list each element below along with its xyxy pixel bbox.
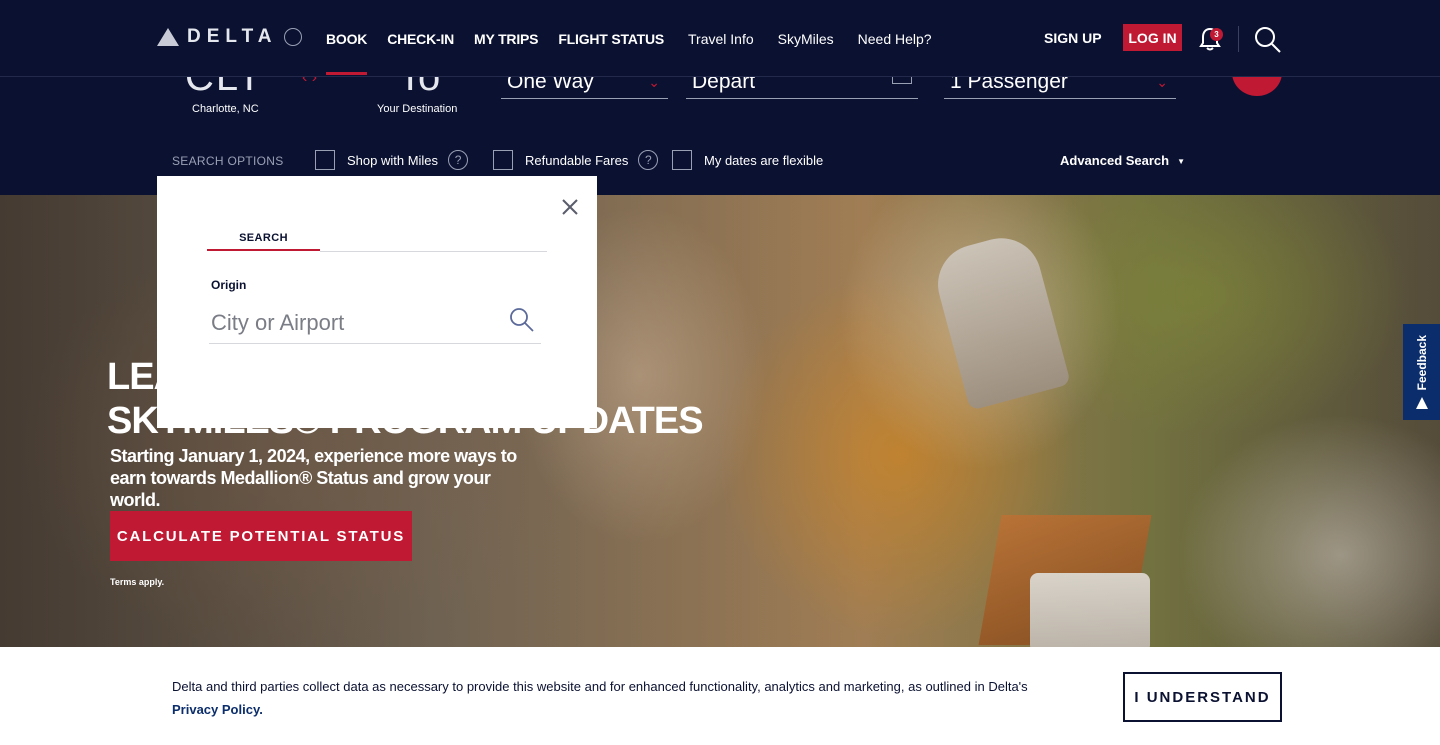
origin-search-modal: SEARCH Origin — [157, 176, 597, 428]
terms-link[interactable]: Terms apply. — [110, 577, 164, 587]
close-icon[interactable] — [559, 196, 581, 218]
help-icon[interactable]: ? — [638, 150, 659, 170]
shop-with-miles-checkbox[interactable]: Shop with Miles ? — [315, 150, 469, 170]
origin-input[interactable] — [209, 302, 541, 344]
checkbox-box[interactable] — [493, 150, 513, 170]
tab-divider — [320, 251, 547, 252]
checkbox-box[interactable] — [672, 150, 692, 170]
primary-nav: BOOK CHECK-IN MY TRIPS FLIGHT STATUS — [326, 31, 684, 75]
calendar-icon — [892, 77, 912, 84]
calculate-status-button[interactable]: CALCULATE POTENTIAL STATUS — [110, 511, 412, 561]
feedback-tab[interactable]: Feedback — [1403, 324, 1440, 420]
trip-type-value: One Way — [507, 77, 594, 93]
swap-icon[interactable]: ‹ › — [302, 77, 317, 87]
search-icon[interactable] — [509, 307, 535, 333]
flexible-dates-checkbox[interactable]: My dates are flexible — [672, 150, 823, 170]
cookie-text: Delta and third parties collect data as … — [172, 675, 1072, 721]
search-icon[interactable] — [1254, 26, 1282, 54]
checkbox-box[interactable] — [315, 150, 335, 170]
advanced-search-link[interactable]: Advanced Search ▼ — [1060, 153, 1185, 168]
advanced-search-label: Advanced Search — [1060, 153, 1170, 168]
globe-icon — [283, 28, 302, 46]
nav-my-trips[interactable]: MY TRIPS — [474, 31, 538, 47]
delta-widget-icon — [157, 28, 179, 46]
destination-code[interactable]: To — [398, 77, 440, 100]
origin-label: Origin — [211, 278, 247, 292]
nav-check-in[interactable]: CHECK-IN — [387, 31, 454, 47]
passenger-value: 1 Passenger — [950, 77, 1068, 93]
checkbox-label: Refundable Fares — [525, 152, 629, 168]
privacy-policy-link[interactable]: Privacy Policy. — [172, 702, 263, 717]
nav-skymiles[interactable]: SkyMiles — [778, 31, 834, 47]
checkbox-label: Shop with Miles — [347, 152, 439, 168]
cookie-banner: Delta and third parties collect data as … — [0, 647, 1440, 745]
i-understand-button[interactable]: I UNDERSTAND — [1123, 672, 1282, 722]
brand-name: DELTA — [187, 26, 278, 47]
nav-divider — [1238, 26, 1239, 52]
trip-type-select[interactable]: One Way ⌄ — [501, 77, 668, 99]
checkbox-label: My dates are flexible — [704, 152, 824, 168]
feedback-icon — [1415, 396, 1428, 409]
top-nav: DELTA BOOK CHECK-IN MY TRIPS FLIGHT STAT… — [0, 0, 1440, 77]
feedback-label: Feedback — [1414, 335, 1429, 391]
cookie-message: Delta and third parties collect data as … — [172, 679, 1028, 694]
notification-badge: 3 — [1210, 28, 1223, 41]
search-options-label: SEARCH OPTIONS — [172, 154, 284, 168]
help-icon[interactable]: ? — [448, 150, 469, 170]
hero-subtitle: Starting January 1, 2024, experience mor… — [110, 446, 517, 510]
refundable-fares-checkbox[interactable]: Refundable Fares ? — [493, 150, 659, 170]
origin-code[interactable]: CLT — [185, 77, 264, 100]
depart-value: Depart — [692, 77, 756, 93]
caret-down-icon: ▼ — [1177, 157, 1186, 167]
passenger-select[interactable]: 1 Passenger ⌄ — [944, 77, 1176, 99]
submit-search-button[interactable] — [1232, 77, 1282, 96]
chevron-down-icon: ⌄ — [1156, 77, 1168, 90]
origin-city: Charlotte, NC — [192, 103, 259, 115]
destination-label: Your Destination — [377, 103, 458, 115]
nav-travel-info[interactable]: Travel Info — [688, 31, 754, 47]
nav-flight-status[interactable]: FLIGHT STATUS — [558, 31, 664, 47]
sign-up-link[interactable]: SIGN UP — [1044, 30, 1102, 46]
active-tab-indicator — [207, 249, 320, 251]
depart-date-field[interactable]: Depart — [686, 77, 918, 99]
secondary-nav: Travel Info SkyMiles Need Help? — [688, 31, 956, 47]
delta-logo[interactable]: DELTA — [157, 26, 302, 48]
chevron-down-icon: ⌄ — [648, 77, 660, 90]
log-in-button[interactable]: LOG IN — [1123, 24, 1182, 51]
nav-book[interactable]: BOOK — [326, 31, 368, 75]
tab-search[interactable]: SEARCH — [207, 232, 320, 244]
nav-need-help[interactable]: Need Help? — [858, 31, 932, 47]
